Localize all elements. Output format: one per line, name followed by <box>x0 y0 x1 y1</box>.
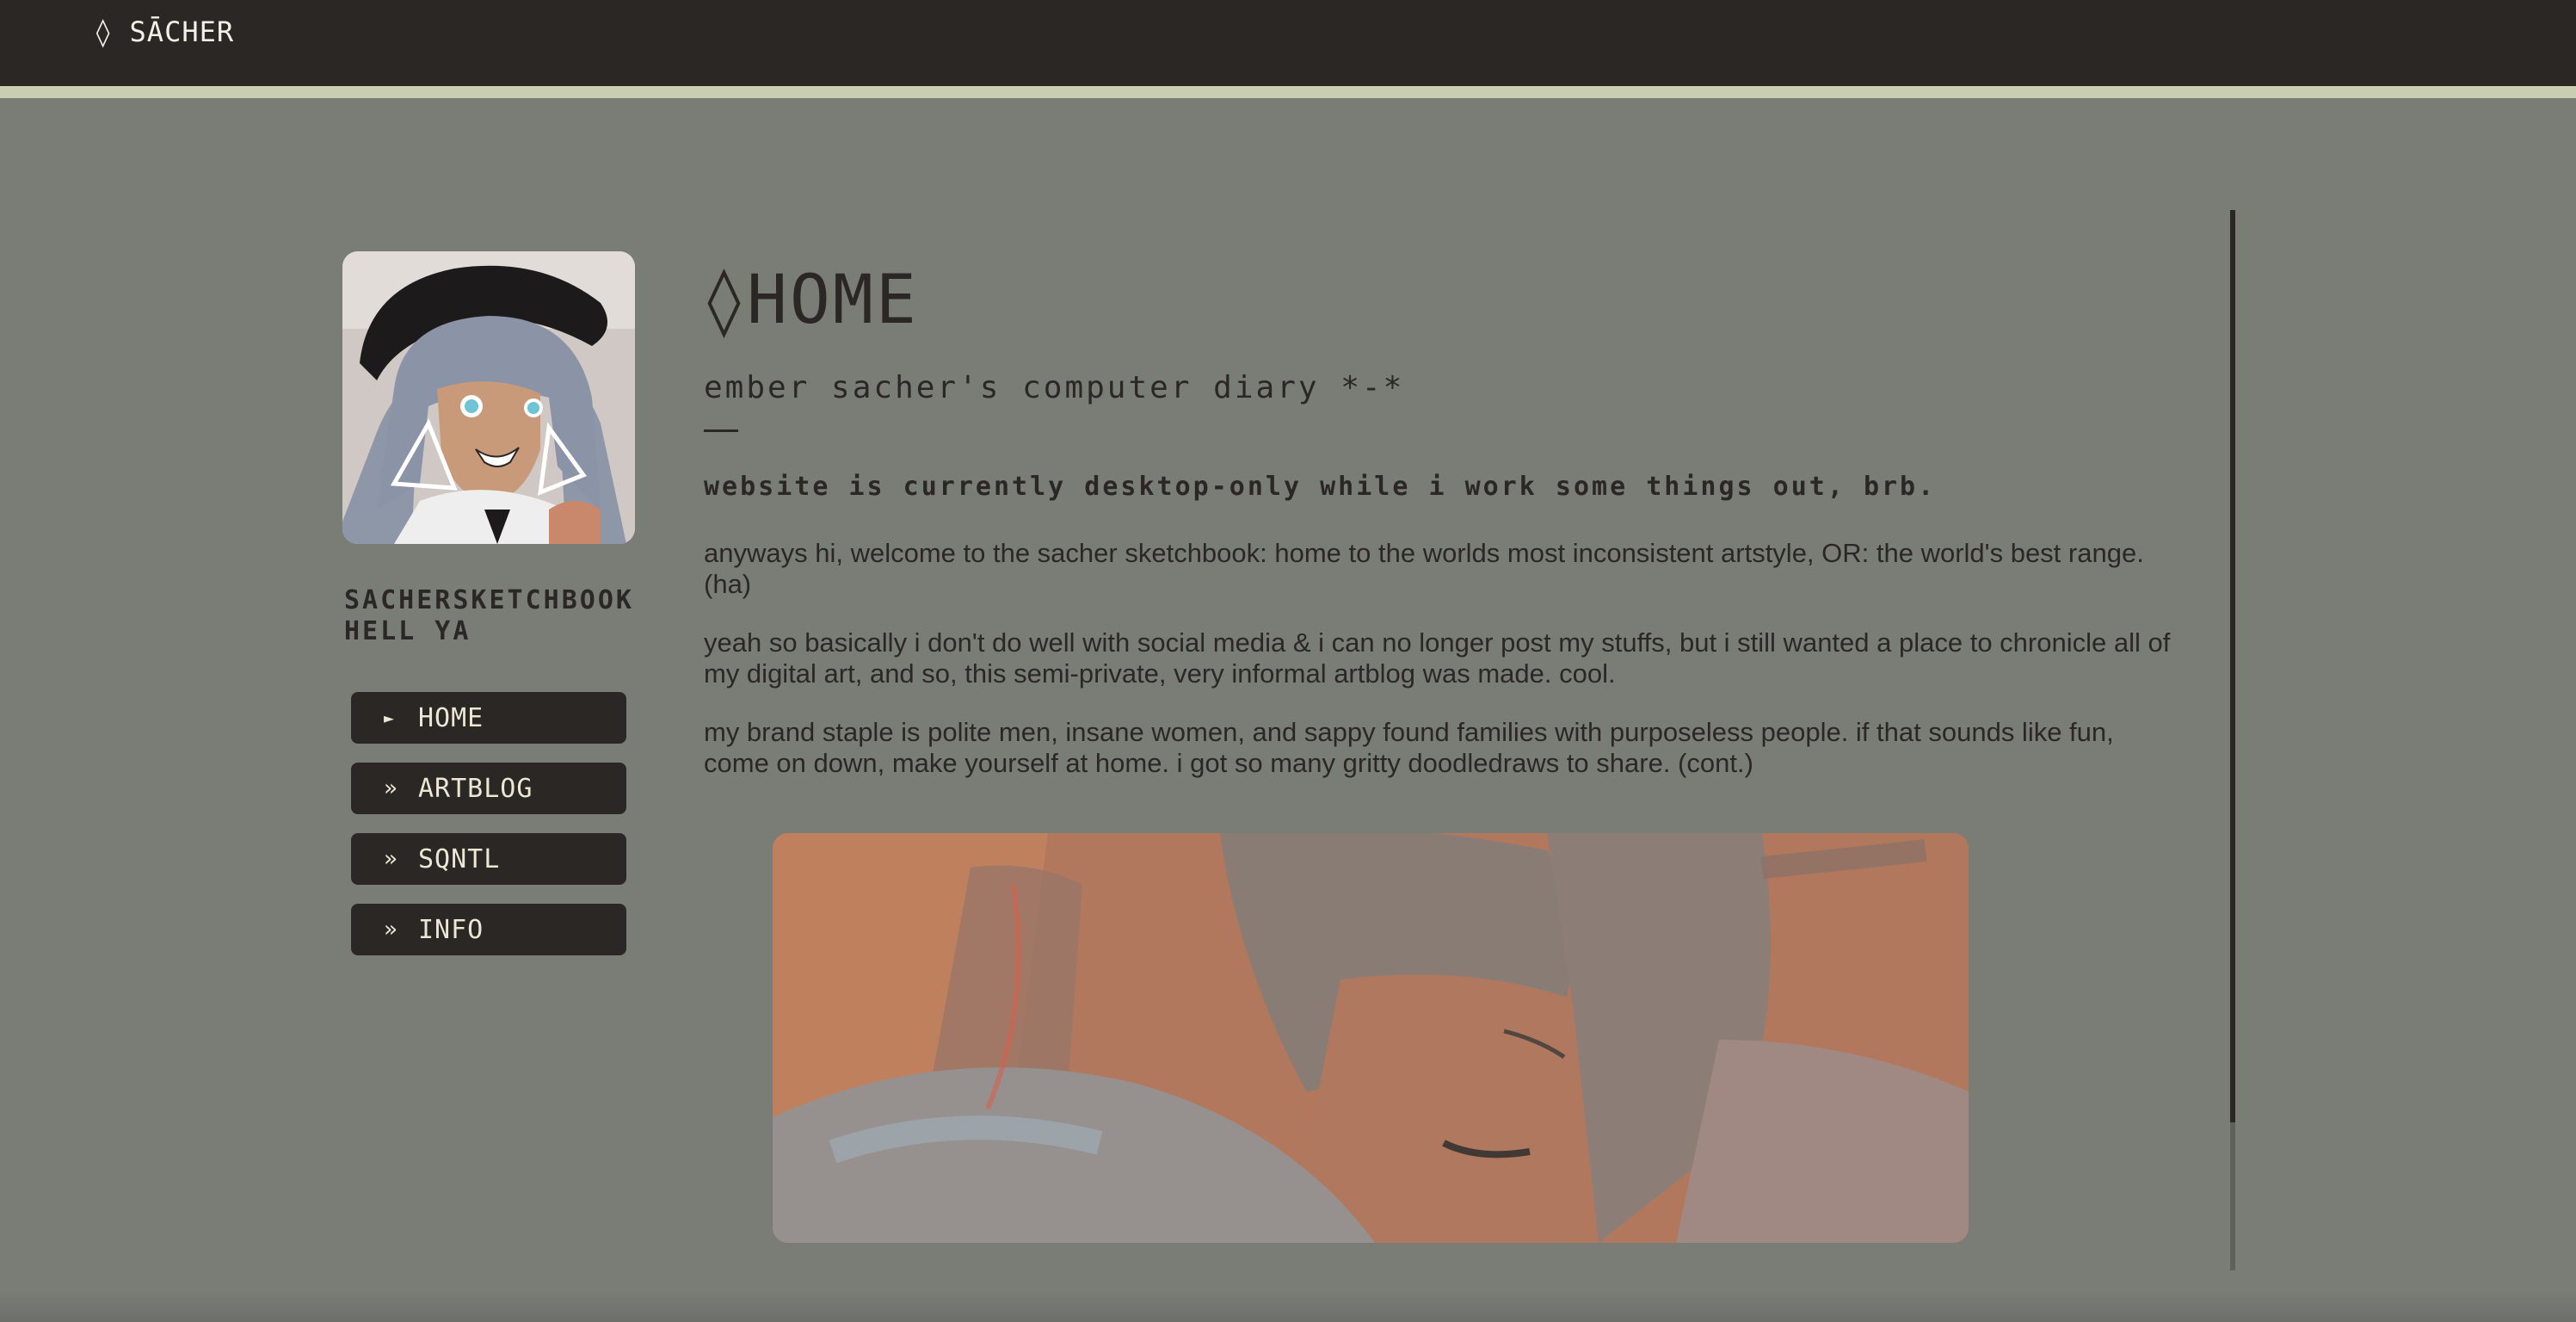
about-paragraph: yeah so basically i don't do well with s… <box>704 627 2171 689</box>
double-chevron-icon: » <box>384 917 398 942</box>
bottom-shadow <box>0 1291 2576 1322</box>
intro-paragraph: anyways hi, welcome to the sacher sketch… <box>704 538 2144 599</box>
nav-home-label: HOME <box>418 702 484 733</box>
nav-info-label: INFO <box>418 914 484 945</box>
site-name: SACHERSKETCHBOOK HELL YA <box>344 585 634 646</box>
nav-home-button[interactable]: ► HOME <box>351 692 626 744</box>
sidebar-nav: ► HOME » ARTBLOG » SQNTL » INFO <box>351 692 626 974</box>
play-arrow-icon: ► <box>384 707 396 728</box>
site-brand-link[interactable]: ◊ SĀCHER <box>95 15 234 48</box>
banner-artwork <box>773 833 1969 1243</box>
desktop-notice: website is currently desktop-only while … <box>704 472 1937 502</box>
page-title: ◊HOME <box>704 262 919 339</box>
profile-avatar <box>342 251 635 544</box>
divider <box>704 429 738 432</box>
nav-artblog-label: ARTBLOG <box>418 773 533 804</box>
nav-sqntl-button[interactable]: » SQNTL <box>351 833 626 885</box>
top-header-bar: ◊ SĀCHER <box>0 0 2576 86</box>
scrollbar-thumb[interactable] <box>2230 210 2235 1122</box>
nav-info-button[interactable]: » INFO <box>351 904 626 955</box>
page-subtitle: ember sacher's computer diary *-* <box>704 370 1405 405</box>
double-chevron-icon: » <box>384 775 398 801</box>
nav-artblog-button[interactable]: » ARTBLOG <box>351 763 626 814</box>
nav-sqntl-label: SQNTL <box>418 843 501 874</box>
header-accent-stripe <box>0 86 2576 98</box>
main-content: ◊HOME ember sacher's computer diary *-* … <box>704 251 2184 779</box>
brand-paragraph: my brand staple is polite men, insane wo… <box>704 717 2114 778</box>
double-chevron-icon: » <box>384 846 398 872</box>
